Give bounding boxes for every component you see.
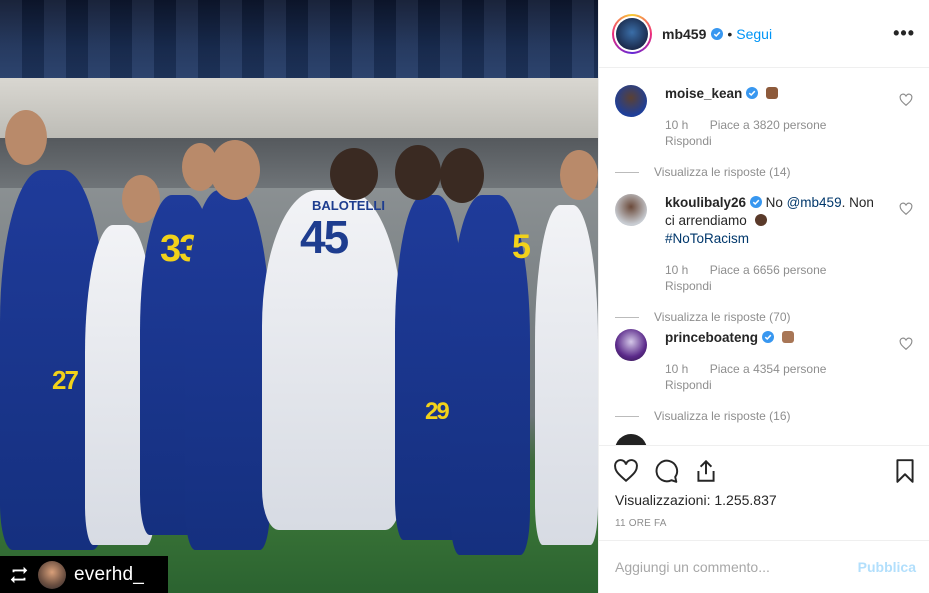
post-timestamp: 11 ORE FA xyxy=(615,518,667,529)
like-heart-icon[interactable] xyxy=(613,458,639,484)
author-avatar[interactable] xyxy=(612,13,652,54)
comment-likes[interactable]: Piace a 6656 persone xyxy=(710,263,827,277)
comment-time: 10 h xyxy=(665,263,689,277)
comment-time: 10 h xyxy=(665,118,689,132)
comment-hashtag[interactable]: #NoToRacism xyxy=(665,231,749,246)
post-side-panel: mb459 • Segui ••• moise_kean 10 h Piace … xyxy=(598,0,929,593)
comment-meta: 10 h Piace a 3820 persone Rispondi xyxy=(665,117,885,149)
raised-hand-emoji-icon xyxy=(781,331,794,343)
like-comment-heart-icon[interactable] xyxy=(899,202,913,216)
thread-line xyxy=(615,171,639,173)
player-head xyxy=(440,148,484,203)
author-username[interactable]: mb459 xyxy=(662,26,706,42)
repost-avatar xyxy=(38,560,66,589)
reply-button[interactable]: Rispondi xyxy=(665,278,885,294)
player-figure xyxy=(535,205,598,545)
commenter-avatar[interactable] xyxy=(615,85,647,117)
player-head xyxy=(560,150,598,200)
views-label: Visualizzazioni: xyxy=(615,492,711,508)
bookmark-icon[interactable] xyxy=(892,458,918,484)
player-figure xyxy=(185,190,270,550)
stadium-wall xyxy=(0,78,598,138)
commenter-username[interactable]: moise_kean xyxy=(665,86,742,101)
comment-meta: 10 h Piace a 6656 persone Rispondi xyxy=(665,262,885,294)
more-options-button[interactable]: ••• xyxy=(893,23,915,44)
player-head xyxy=(330,148,378,200)
verified-icon xyxy=(761,331,774,343)
comment-item: moise_kean 10 h Piace a 3820 persone Ris… xyxy=(615,85,915,195)
view-replies-button[interactable]: Visualizza le risposte (70) xyxy=(615,308,885,326)
repost-badge: everhd_ xyxy=(0,556,168,593)
comment-text: No xyxy=(765,195,787,210)
flexed-biceps-emoji-icon xyxy=(754,214,767,226)
comment-item: kkoulibaly26 No @mb459. Non ci arrendiam… xyxy=(615,194,915,324)
views-value: 1.255.837 xyxy=(714,492,777,508)
stadium-tunnel xyxy=(0,138,598,188)
commenter-avatar[interactable] xyxy=(615,329,647,361)
comment-item: princeboateng 10 h Piace a 4354 persone … xyxy=(615,329,915,439)
comment-composer: Aggiungi un commento... Pubblica xyxy=(599,540,929,593)
stadium-stands xyxy=(0,0,598,78)
raised-hand-emoji-icon xyxy=(765,87,778,99)
thread-line xyxy=(615,415,639,417)
repost-username: everhd_ xyxy=(74,563,145,585)
post-header: mb459 • Segui ••• xyxy=(599,0,929,68)
post-actions: Visualizzazioni: 1.255.837 11 ORE FA xyxy=(599,445,929,540)
player-head xyxy=(210,140,260,200)
share-icon[interactable] xyxy=(693,458,719,484)
commenter-avatar[interactable] xyxy=(615,434,647,445)
commenter-avatar[interactable] xyxy=(615,194,647,226)
view-replies-button[interactable]: Visualizza le risposte (14) xyxy=(615,163,885,181)
player-head xyxy=(5,110,47,165)
comment-bubble-icon[interactable] xyxy=(653,458,679,484)
reply-button[interactable]: Rispondi xyxy=(665,377,885,393)
view-replies-label: Visualizza le risposte (70) xyxy=(654,310,791,324)
verified-icon xyxy=(749,196,762,208)
view-replies-label: Visualizza le risposte (16) xyxy=(654,409,791,423)
jersey-number: 27 xyxy=(52,365,79,395)
comment-input[interactable]: Aggiungi un commento... xyxy=(615,559,858,575)
comment-meta: 10 h Piace a 4354 persone Rispondi xyxy=(665,361,885,393)
separator-dot: • xyxy=(727,25,733,42)
comment-likes[interactable]: Piace a 3820 persone xyxy=(710,118,827,132)
reply-button[interactable]: Rispondi xyxy=(665,133,885,149)
commenter-username[interactable]: princeboateng xyxy=(665,330,758,345)
verified-icon xyxy=(711,27,724,40)
comment-item xyxy=(615,434,915,445)
jersey-number: 29 xyxy=(425,398,450,425)
publish-button[interactable]: Pubblica xyxy=(858,559,916,575)
commenter-username[interactable]: kkoulibaly26 xyxy=(665,195,746,210)
views-count: Visualizzazioni: 1.255.837 xyxy=(615,492,777,508)
comment-mention[interactable]: @mb459 xyxy=(787,195,842,210)
comment-likes[interactable]: Piace a 4354 persone xyxy=(710,362,827,376)
follow-button[interactable]: Segui xyxy=(736,26,772,42)
view-replies-button[interactable]: Visualizza le risposte (16) xyxy=(615,407,885,425)
like-comment-heart-icon[interactable] xyxy=(899,93,913,107)
jersey-number: 5 xyxy=(512,228,531,266)
repost-icon xyxy=(10,566,28,583)
comment-time: 10 h xyxy=(665,362,689,376)
author-avatar-image xyxy=(616,17,648,50)
post-media[interactable]: 27 33 BALOTELLI 45 29 5 everhd_ xyxy=(0,0,598,593)
jersey-number: 45 xyxy=(300,211,349,263)
like-comment-heart-icon[interactable] xyxy=(899,337,913,351)
player-head xyxy=(395,145,441,200)
view-replies-label: Visualizza le risposte (14) xyxy=(654,165,791,179)
comments-list[interactable]: moise_kean 10 h Piace a 3820 persone Ris… xyxy=(599,69,929,445)
verified-icon xyxy=(746,87,759,99)
thread-line xyxy=(615,316,639,318)
